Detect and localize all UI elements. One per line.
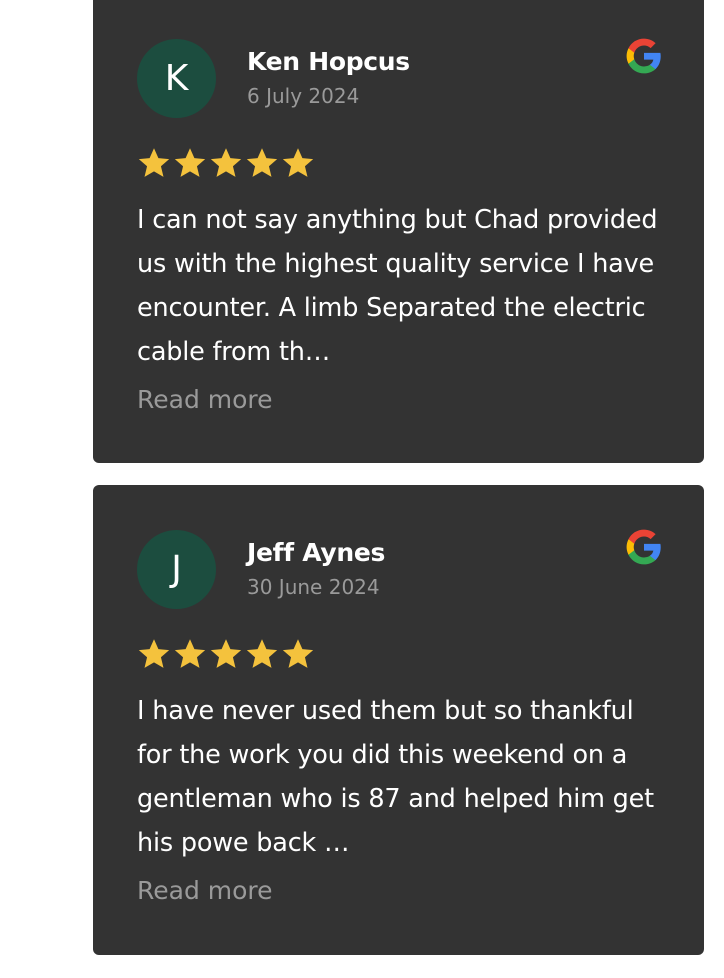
- star-icon: [246, 639, 278, 668]
- review-card: K Ken Hopcus 6 July 2024 I can not say a…: [93, 0, 704, 463]
- review-text: I have never used them but so thankful f…: [137, 696, 654, 858]
- read-more-link[interactable]: Read more: [137, 873, 273, 909]
- star-icon: [246, 148, 278, 177]
- reviews-list: K Ken Hopcus 6 July 2024 I can not say a…: [0, 0, 724, 978]
- author-block: Ken Hopcus 6 July 2024: [247, 45, 410, 111]
- star-icon: [174, 639, 206, 668]
- google-icon: [626, 529, 661, 565]
- review-date: 30 June 2024: [247, 575, 380, 599]
- avatar: J: [137, 529, 216, 609]
- star-icon: [282, 148, 314, 177]
- star-icon: [282, 639, 314, 668]
- author-name[interactable]: Jeff Aynes: [247, 536, 385, 570]
- star-icon: [210, 148, 242, 177]
- read-more-link[interactable]: Read more: [137, 382, 273, 418]
- star-icon: [210, 639, 242, 668]
- review-card: J Jeff Aynes 30 June 2024 I have never u…: [93, 485, 704, 955]
- star-rating: [137, 637, 660, 671]
- star-icon: [174, 148, 206, 177]
- review-header: J Jeff Aynes 30 June 2024: [137, 529, 661, 609]
- review-date: 6 July 2024: [247, 84, 360, 108]
- star-rating: [137, 146, 660, 180]
- google-icon: [626, 38, 661, 74]
- avatar: K: [137, 38, 216, 118]
- review-text: I can not say anything but Chad provided…: [137, 205, 658, 367]
- star-icon: [138, 148, 170, 177]
- star-icon: [138, 639, 170, 668]
- author-name[interactable]: Ken Hopcus: [247, 45, 410, 79]
- author-block: Jeff Aynes 30 June 2024: [247, 536, 385, 602]
- review-header: K Ken Hopcus 6 July 2024: [137, 38, 661, 118]
